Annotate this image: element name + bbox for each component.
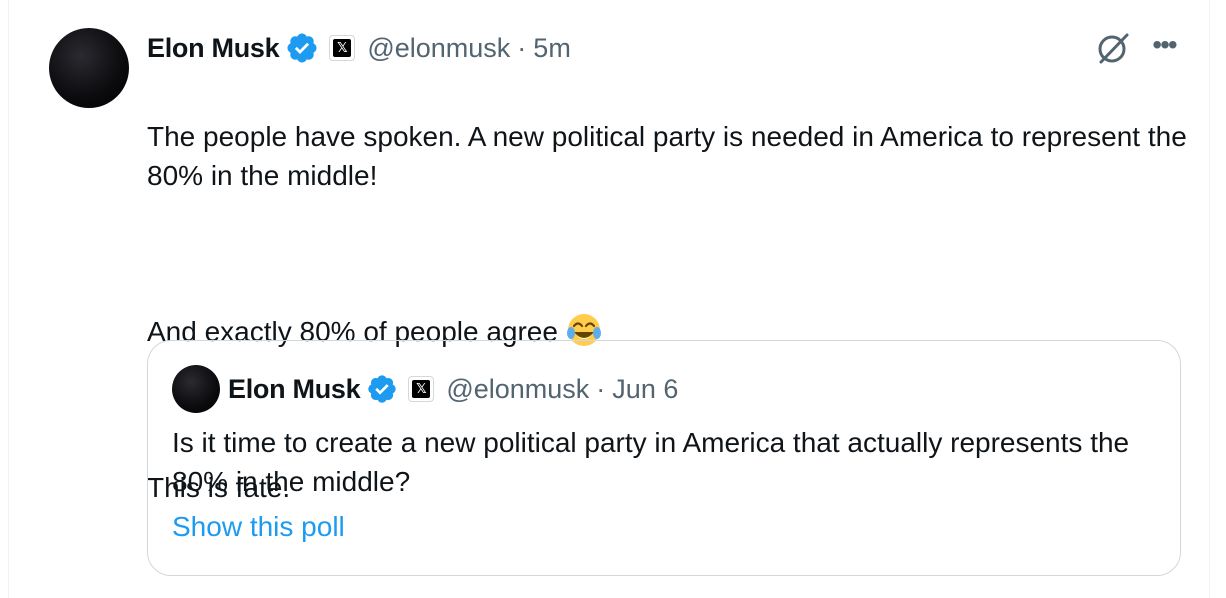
grok-icon[interactable]	[1095, 30, 1131, 66]
separator-dot: ·	[596, 373, 606, 404]
verified-badge-icon	[368, 375, 396, 403]
separator-dot: ·	[517, 32, 527, 63]
verified-badge-icon[interactable]	[285, 31, 319, 65]
quoted-date: Jun 6	[612, 373, 679, 404]
quoted-tweet-header: Elon Musk 𝕏 @elonmusk · Jun 6	[228, 371, 678, 407]
show-poll-link[interactable]: Show this poll	[172, 511, 345, 543]
tweet-text-line1: The people have spoken. A new political …	[147, 121, 1187, 191]
quoted-author-name: Elon Musk	[228, 373, 361, 404]
timestamp[interactable]: 5m	[533, 33, 571, 64]
author-handle[interactable]: @elonmusk	[367, 33, 510, 64]
quoted-author-handle: @elonmusk	[446, 373, 590, 404]
tweet-header: Elon Musk 𝕏 @elonmusk · 5m	[147, 30, 571, 66]
quoted-tweet-text: Is it time to create a new political par…	[172, 427, 1130, 497]
tweet[interactable]: Elon Musk 𝕏 @elonmusk · 5m ••• The peopl…	[8, 0, 1210, 598]
more-icon[interactable]: •••	[1147, 30, 1181, 64]
x-affiliation-icon: 𝕏	[408, 376, 435, 402]
avatar[interactable]	[49, 28, 129, 108]
author-name[interactable]: Elon Musk	[147, 33, 280, 64]
quoted-tweet[interactable]: Elon Musk 𝕏 @elonmusk · Jun 6 Is it time…	[147, 340, 1181, 576]
quoted-avatar[interactable]	[172, 365, 220, 413]
x-affiliation-icon[interactable]: 𝕏	[329, 35, 356, 61]
